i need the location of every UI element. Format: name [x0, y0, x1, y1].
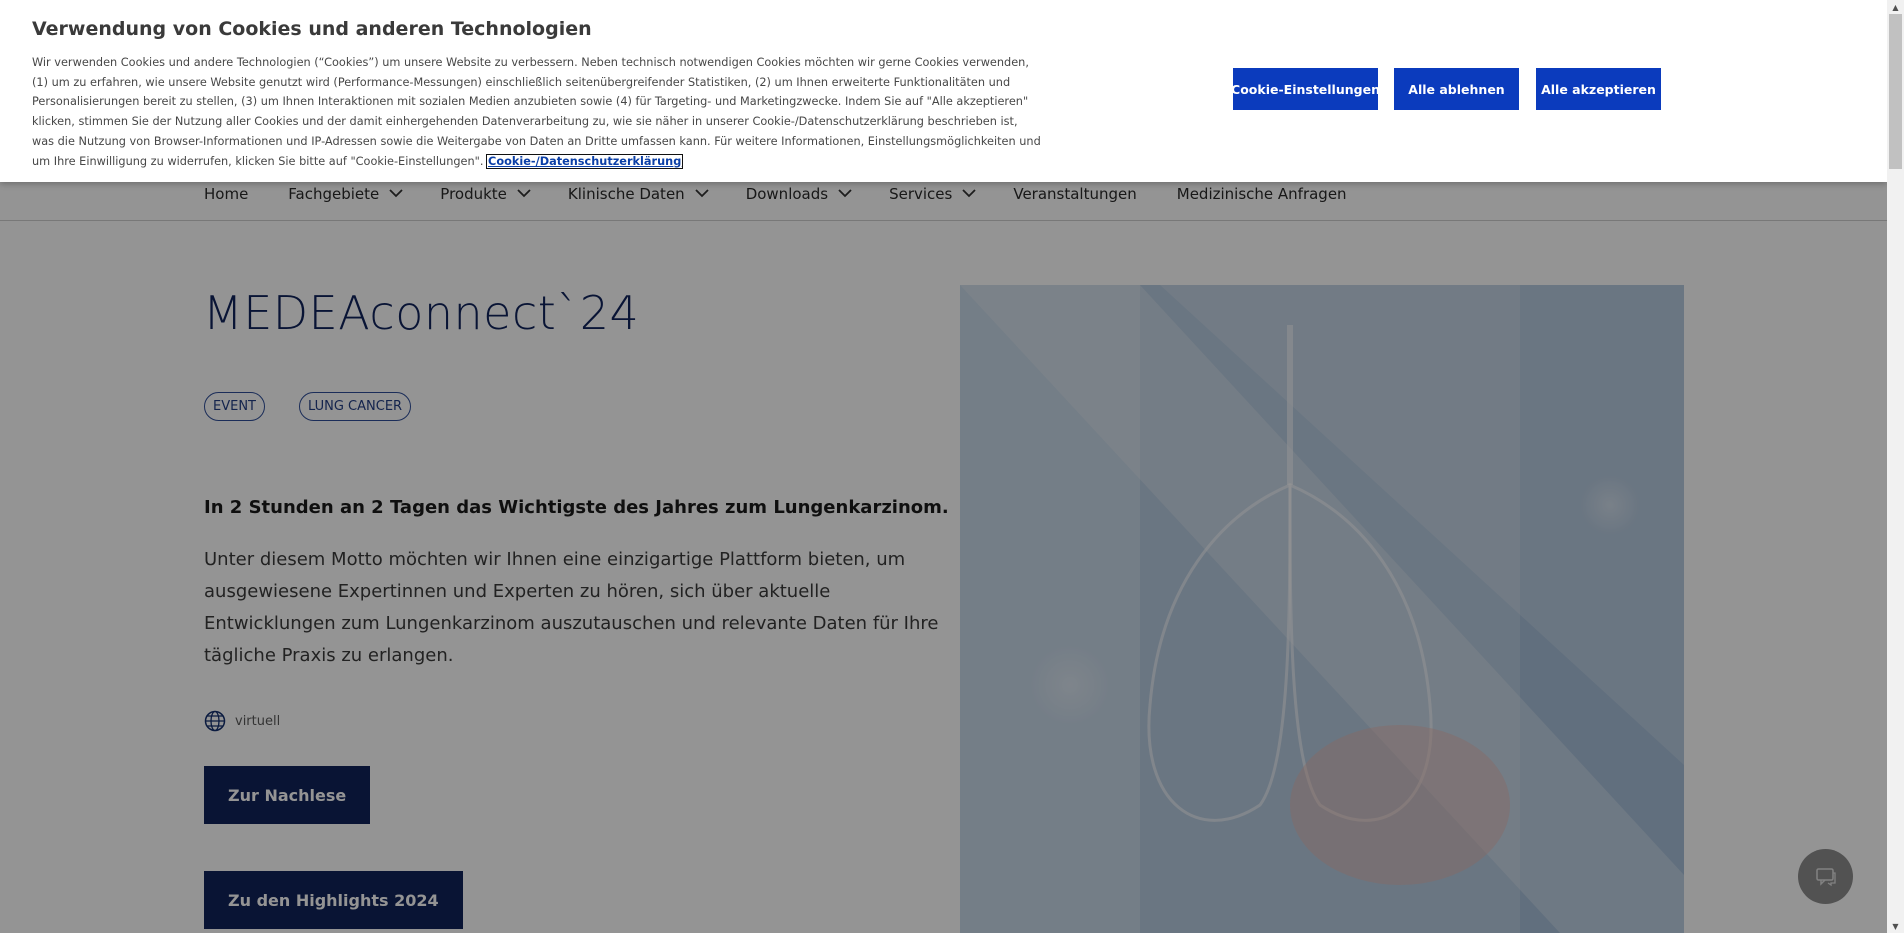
tag-list: EVENT LUNG CANCER — [204, 392, 445, 421]
nav-item-label: Home — [204, 185, 249, 203]
cookie-banner: Verwendung von Cookies und anderen Techn… — [0, 0, 1887, 182]
globe-icon — [204, 710, 226, 732]
nav-item-fachgebiete[interactable]: Fachgebiete — [288, 185, 403, 203]
nav-item-label: Medizinische Anfragen — [1176, 185, 1347, 203]
page-title: MEDEAconnect`24 — [203, 286, 640, 340]
chevron-down-icon — [389, 188, 403, 200]
nav-item-home[interactable]: Home — [204, 185, 248, 203]
scrollbar[interactable]: ▲ ▼ — [1887, 0, 1904, 933]
privacy-policy-link[interactable]: Cookie-/Datenschutzerklärung — [486, 153, 684, 169]
recap-button[interactable]: Zur Nachlese — [204, 766, 371, 824]
cookie-banner-title: Verwendung von Cookies und anderen Techn… — [32, 18, 592, 40]
cookie-banner-description: Wir verwenden Cookies und andere Technol… — [32, 56, 1041, 168]
cookie-banner-text: Wir verwenden Cookies und andere Technol… — [32, 53, 1042, 171]
nav-item-medizinische-anfragen[interactable]: Medizinische Anfragen — [1177, 185, 1347, 203]
chevron-down-icon — [695, 188, 709, 200]
scroll-up-icon[interactable]: ▲ — [1887, 0, 1904, 14]
highlights-button[interactable]: Zu den Highlights 2024 — [204, 871, 463, 929]
chevron-down-icon — [517, 188, 531, 200]
scrollbar-thumb[interactable] — [1889, 14, 1902, 169]
hero-image — [960, 285, 1684, 933]
nav-item-veranstaltungen[interactable]: Veranstaltungen — [1013, 185, 1136, 203]
nav-items: Home Fachgebiete Produkte Klinische Date… — [204, 185, 1387, 203]
nav-item-downloads[interactable]: Downloads — [745, 185, 852, 203]
reject-all-button[interactable]: Alle ablehnen — [1394, 68, 1519, 110]
lung-illustration — [960, 285, 1684, 933]
location-label: virtuell — [235, 713, 281, 729]
nav-item-label: Klinische Daten — [567, 185, 685, 203]
chat-icon — [1815, 867, 1836, 886]
nav-item-services[interactable]: Services — [889, 185, 976, 203]
chat-button[interactable] — [1798, 849, 1853, 904]
chevron-down-icon — [838, 188, 852, 200]
nav-item-label: Produkte — [440, 185, 507, 203]
tag-lung-cancer[interactable]: LUNG CANCER — [299, 392, 412, 421]
cookie-settings-button[interactable]: Cookie-Einstellungen — [1231, 68, 1380, 110]
lead-text: In 2 Stunden an 2 Tagen das Wichtigste d… — [204, 497, 949, 518]
nav-item-label: Services — [889, 185, 953, 203]
chevron-down-icon — [962, 188, 976, 200]
nav-item-klinische-daten[interactable]: Klinische Daten — [567, 185, 709, 203]
scroll-down-icon[interactable]: ▼ — [1887, 919, 1904, 933]
nav-item-label: Downloads — [745, 185, 829, 203]
nav-item-produkte[interactable]: Produkte — [440, 185, 531, 203]
location-info: virtuell — [204, 710, 280, 732]
intro-text: Unter diesem Motto möchten wir Ihnen ein… — [204, 549, 939, 666]
tag-event[interactable]: EVENT — [204, 392, 265, 421]
nav-item-label: Veranstaltungen — [1013, 185, 1137, 203]
nav-item-label: Fachgebiete — [288, 185, 380, 203]
accept-all-button[interactable]: Alle akzeptieren — [1536, 68, 1661, 110]
